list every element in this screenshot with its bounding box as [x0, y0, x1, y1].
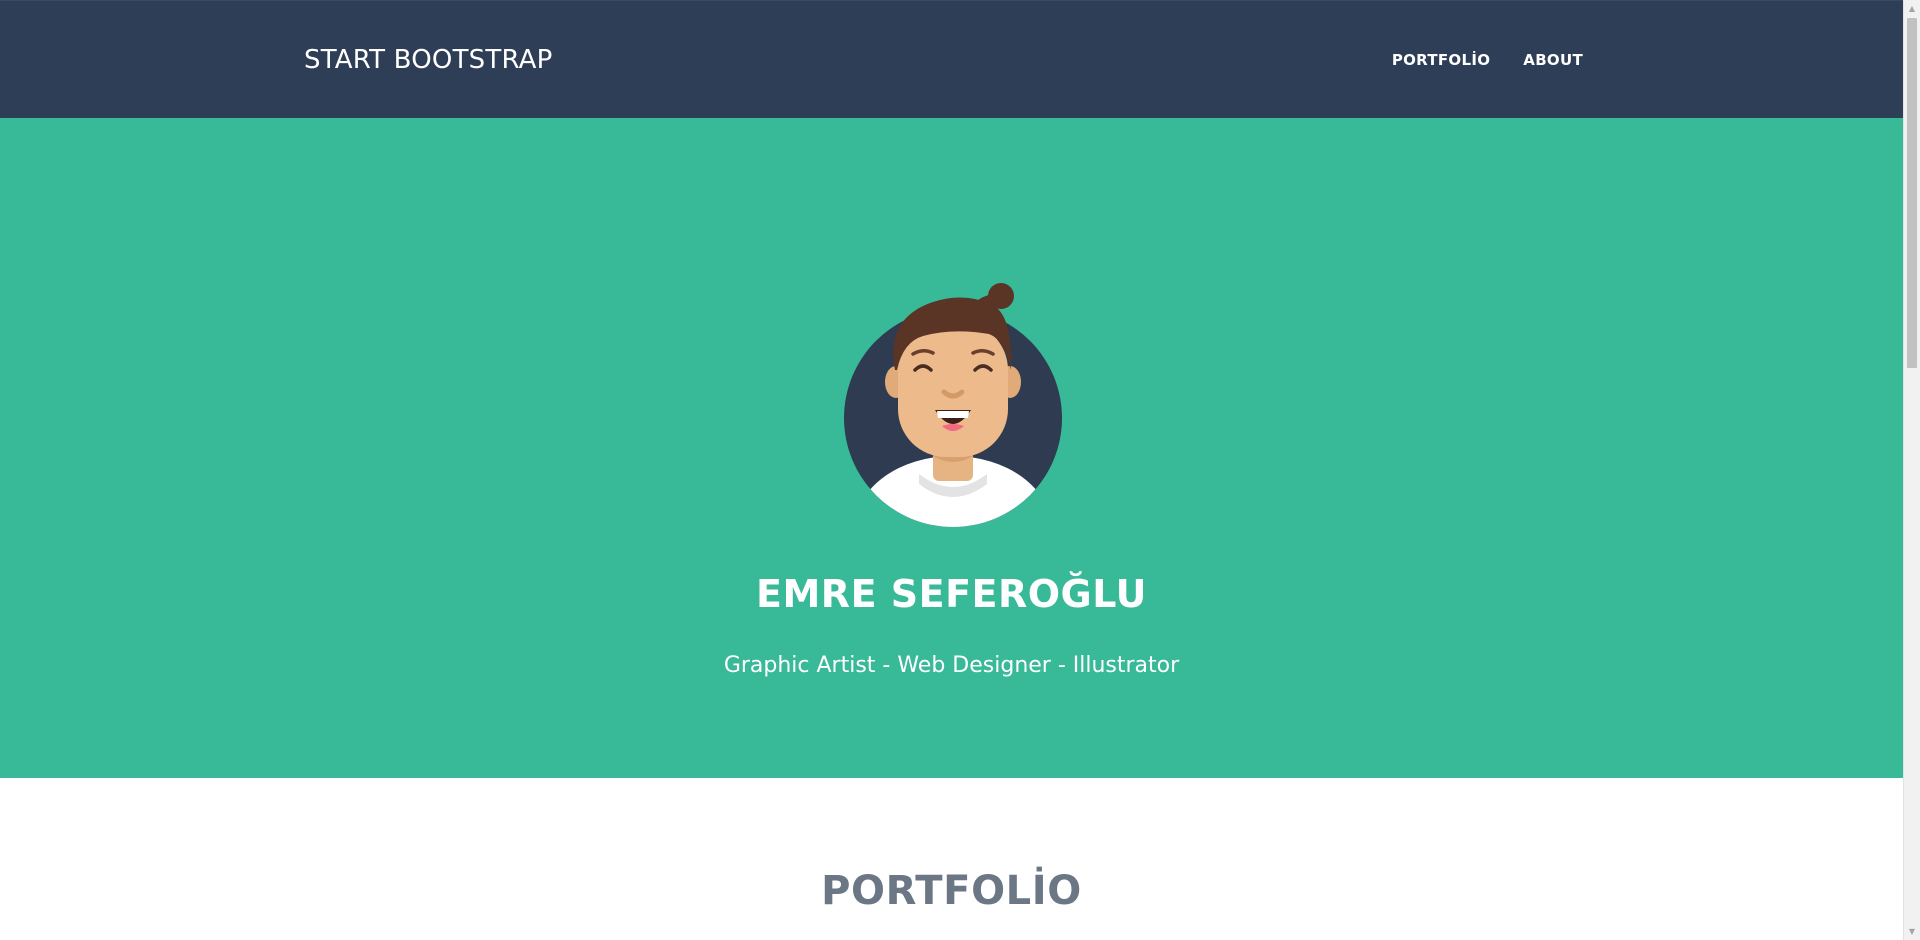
- page: START BOOTSTRAP PORTFOLİO ABOUT EMRE SEF…: [0, 0, 1920, 940]
- scrollbar-thumb[interactable]: [1907, 18, 1917, 368]
- nav-link-portfolio[interactable]: PORTFOLİO: [1392, 51, 1490, 69]
- avatar-illustration: [844, 283, 1062, 527]
- vertical-scrollbar[interactable]: ▲ ▼: [1903, 0, 1920, 940]
- nav-links: PORTFOLİO ABOUT: [1392, 51, 1583, 69]
- scroll-down-arrow-icon[interactable]: ▼: [1904, 923, 1920, 940]
- hero-name: EMRE SEFEROĞLU: [756, 572, 1147, 616]
- brand-link[interactable]: START BOOTSTRAP: [304, 45, 553, 75]
- scroll-up-arrow-icon[interactable]: ▲: [1904, 0, 1920, 17]
- navbar: START BOOTSTRAP PORTFOLİO ABOUT: [0, 0, 1903, 118]
- portfolio-heading: PORTFOLİO: [821, 868, 1082, 914]
- hero-section: EMRE SEFEROĞLU Graphic Artist - Web Desi…: [0, 118, 1903, 778]
- hero-subtitle: Graphic Artist - Web Designer - Illustra…: [723, 653, 1180, 678]
- nav-link-about[interactable]: ABOUT: [1523, 51, 1583, 69]
- page-content: START BOOTSTRAP PORTFOLİO ABOUT EMRE SEF…: [0, 0, 1903, 940]
